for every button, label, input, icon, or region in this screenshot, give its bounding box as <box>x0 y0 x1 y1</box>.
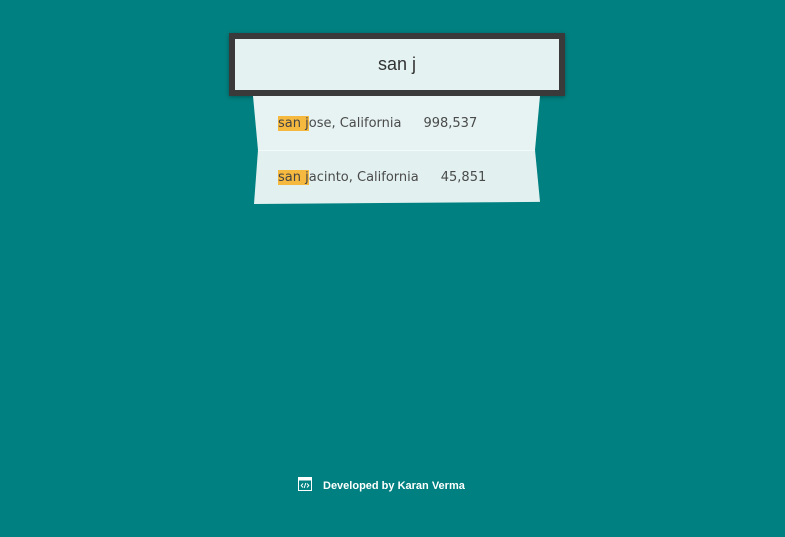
city-name-rest: ose, California <box>308 115 402 131</box>
suggestion-item[interactable]: san j acinto, California 45,851 <box>254 150 540 204</box>
suggestion-item[interactable]: san j ose, California 998,537 <box>253 96 540 150</box>
population-value: 45,851 <box>440 170 487 185</box>
code-window-icon <box>298 477 312 491</box>
city-name-rest: acinto, California <box>308 170 419 185</box>
suggestions-list: san j ose, California 998,537 san j acinto,… <box>252 96 542 204</box>
search-input[interactable] <box>235 39 559 90</box>
match-highlight: san j <box>278 170 309 185</box>
developer-credit-text: Developed by Karan Verma <box>323 480 465 492</box>
match-highlight: san j <box>278 115 309 131</box>
search-form <box>229 33 565 96</box>
population-value: 998,537 <box>423 115 478 131</box>
footer-credit: Developed by Karan Verma <box>298 477 465 492</box>
